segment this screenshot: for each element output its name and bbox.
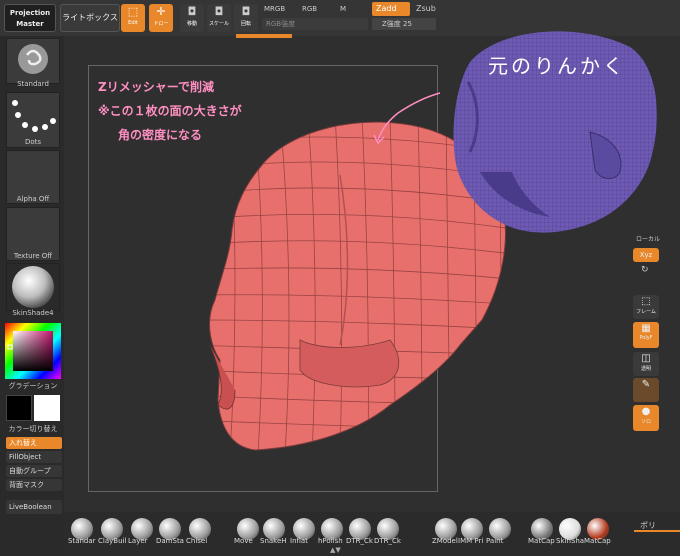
shelf-brush-16-label: MatCap	[584, 537, 611, 545]
transparent-button[interactable]: ◫ 透明	[633, 352, 659, 376]
gradient-label: グラデーション	[8, 382, 58, 390]
shelf-brush-8-label: hPolish	[318, 537, 343, 545]
alpha-label: Alpha Off	[16, 195, 50, 203]
color-wheel-icon	[5, 323, 61, 379]
transparent-label: 透明	[640, 366, 651, 372]
rotate-button[interactable]: ◘ 回転	[234, 4, 258, 32]
m-button[interactable]: M	[340, 5, 346, 13]
material-label: SkinShade4	[12, 309, 54, 317]
local-label[interactable]: ローカル	[636, 234, 660, 243]
switch-color-label: カラー切り替え	[8, 425, 58, 433]
scale-button[interactable]: ◘ スケール	[207, 4, 231, 32]
projection-master-label-2: Master	[16, 20, 44, 28]
texture-label: Texture Off	[13, 252, 53, 260]
shelf-brush-13-label: Paint	[486, 537, 504, 545]
draw-icon: ✛	[156, 5, 166, 18]
shelf-scroll-icon[interactable]: ▲▼	[330, 546, 341, 554]
polyf-icon: ▦	[641, 323, 651, 334]
main-color-swatch[interactable]	[6, 395, 32, 421]
move-label: 移動	[186, 21, 197, 27]
projection-master-label-1: Projection	[9, 9, 51, 17]
shelf-brush-11-label: ZModel	[432, 537, 458, 545]
scale-icon: ◘	[214, 5, 224, 18]
shelf-brush-2-label: Layer	[128, 537, 148, 545]
swap-button[interactable]: 入れ替え	[6, 437, 62, 449]
material-thumbnail[interactable]	[6, 263, 60, 311]
rgb-intensity-slider[interactable]: RGB強度	[262, 18, 368, 30]
shelf-brush-10-label: DTR_Ck	[374, 537, 401, 545]
shelf-brush-4-label: Chisel	[186, 537, 208, 545]
zadd-button[interactable]: Zadd	[372, 2, 410, 16]
move-icon: ◘	[187, 5, 197, 18]
stroke-label: Dots	[24, 138, 42, 146]
frame-icon: ⬚	[641, 296, 651, 307]
edit-label: Edit	[128, 20, 138, 26]
edit-button[interactable]: ⬚ Edit	[121, 4, 145, 32]
shelf-brush-12-label: IMM Pri	[458, 537, 484, 545]
scale-label: スケール	[208, 21, 229, 27]
fill-object-button[interactable]: FillObject	[6, 451, 62, 463]
mrgb-button[interactable]: MRGB	[264, 5, 285, 13]
frame-label: フレーム	[636, 309, 656, 315]
live-boolean-button[interactable]: LiveBoolean	[6, 500, 62, 514]
polyf-button[interactable]: ▦ PolyF	[633, 322, 659, 348]
rgb-button[interactable]: RGB	[302, 5, 317, 13]
material-sphere-icon	[12, 266, 54, 308]
xyz-button[interactable]: Xyz	[633, 248, 659, 262]
projection-master-button[interactable]: Projection Master	[4, 4, 56, 32]
brush-thumbnail[interactable]	[6, 38, 60, 84]
original-outline-label: 元のりんかく	[488, 54, 626, 78]
standard-brush-icon	[18, 44, 48, 74]
frame-button[interactable]: ⬚ フレーム	[633, 295, 659, 319]
xyz-label: Xyz	[639, 251, 653, 259]
active-indicator	[236, 34, 292, 38]
rotate-label: 回転	[240, 21, 251, 27]
annotation-line-1: Zリメッシャーで削減	[98, 80, 214, 94]
shelf-brush-5-label: Move	[234, 537, 253, 545]
annotation-line-3: 角の密度になる	[118, 128, 203, 142]
annotation-arrow	[373, 92, 441, 145]
ghost-button[interactable]: ✎	[633, 378, 659, 402]
shelf-brush-14-label: MatCap	[528, 537, 555, 545]
backface-mask-button[interactable]: 背面マスク	[6, 479, 62, 491]
edit-icon: ⬚	[127, 5, 139, 18]
annotation-line-2: ※この１枚の面の大きさが	[98, 104, 242, 118]
lightbox-button[interactable]: ライトボックス	[60, 4, 120, 32]
shelf-brush-9-label: DTR_Ck	[346, 537, 373, 545]
ghost-icon: ✎	[641, 379, 651, 390]
solo-label: ソロ	[640, 419, 651, 425]
zsub-button[interactable]: Zsub	[416, 2, 436, 16]
rotate-icon: ◘	[241, 5, 251, 18]
transparent-icon: ◫	[641, 353, 651, 364]
polyf-label: PolyF	[639, 335, 653, 341]
shelf-slider[interactable]	[634, 530, 680, 532]
shelf-brush-6-label: SnakeH	[260, 537, 287, 545]
shelf-brush-7-label: Inflat	[290, 537, 308, 545]
brush-label: Standard	[17, 80, 49, 88]
draw-button[interactable]: ✛ ドロー	[149, 4, 173, 32]
solo-icon: ●	[641, 406, 651, 417]
move-button[interactable]: ◘ 移動	[180, 4, 204, 32]
shelf-brush-15-label: SkinSha	[556, 537, 585, 545]
auto-group-button[interactable]: 自動グループ	[6, 465, 62, 477]
solo-button[interactable]: ● ソロ	[633, 405, 659, 431]
rotation-icon[interactable]: ↻	[641, 265, 649, 275]
shelf-brush-3-label: DamSta	[156, 537, 184, 545]
shelf-brush-0-label: Standar	[68, 537, 96, 545]
secondary-color-swatch[interactable]	[34, 395, 60, 421]
color-picker[interactable]	[5, 323, 61, 379]
shelf-brush-1-label: ClayBuil	[98, 537, 127, 545]
z-intensity-slider[interactable]: Z強度 25	[372, 18, 436, 30]
draw-label: ドロー	[153, 21, 169, 27]
